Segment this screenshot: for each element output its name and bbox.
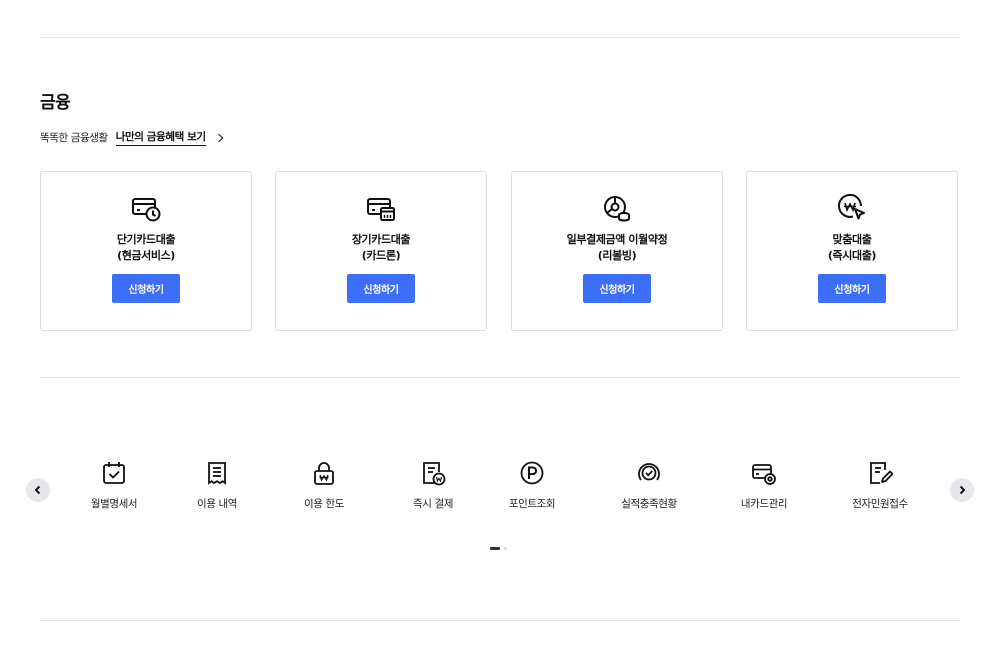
chevron-left-icon <box>34 485 41 495</box>
menu-label: 즉시 결제 <box>413 498 453 510</box>
menu-label: 실적충족현황 <box>621 498 677 510</box>
menu-label: 포인트조회 <box>508 498 556 510</box>
pagination-dot[interactable] <box>504 547 507 550</box>
pagination-dot-active[interactable] <box>490 547 500 550</box>
finance-subtitle: 똑똑한 금융생활 나만의 금융혜택 보기 <box>40 129 223 146</box>
menu-points[interactable]: 포인트조회 <box>477 460 587 511</box>
chevron-right-icon[interactable] <box>214 133 223 142</box>
bottom-divider <box>40 620 960 621</box>
menu-instant-payment[interactable]: 즉시 결제 <box>378 460 488 511</box>
apply-button[interactable]: 신청하기 <box>347 274 415 303</box>
check-circle-icon <box>638 463 660 481</box>
won-cursor-icon <box>838 193 865 220</box>
card-name: 장기카드대출 (카드론) <box>351 233 411 262</box>
menu-label: 전자민원접수 <box>852 498 908 510</box>
menu-label: 이용 한도 <box>304 498 344 510</box>
pie-coin-icon <box>604 196 630 222</box>
apply-button[interactable]: 신청하기 <box>112 274 180 303</box>
loan-card-revolving: 일부결제금액 이월약정 (리볼빙) 신청하기 <box>511 171 723 331</box>
chevron-right-icon <box>959 485 966 495</box>
finance-benefits-link[interactable]: 나만의 금융혜택 보기 <box>115 129 206 146</box>
section-title: 금융 <box>40 93 71 113</box>
loan-card-long-term: 장기카드대출 (카드론) 신청하기 <box>275 171 487 331</box>
menu-usage-limit[interactable]: 이용 한도 <box>269 460 379 511</box>
carousel-next-button[interactable] <box>950 478 974 502</box>
carousel-prev-button[interactable] <box>26 478 50 502</box>
menu-performance-status[interactable]: 실적충족현황 <box>594 460 704 511</box>
menu-electronic-complaint[interactable]: 전자민원접수 <box>825 460 935 511</box>
menu-label: 내카드관리 <box>740 498 788 510</box>
card-clock-icon <box>132 198 161 222</box>
subtitle-text: 똑똑한 금융생활 <box>40 132 108 144</box>
lock-won-icon <box>314 462 334 485</box>
card-calendar-icon <box>367 198 395 221</box>
carousel-pagination <box>490 547 507 550</box>
point-icon <box>520 461 544 485</box>
card-name: 단기카드대출 (현금서비스) <box>116 233 176 262</box>
menu-label: 월별명세서 <box>90 498 138 510</box>
loan-card-short-term: 단기카드대출 (현금서비스) 신청하기 <box>40 171 252 331</box>
card-name: 일부결제금액 이월약정 (리볼빙) <box>566 233 668 262</box>
document-edit-icon <box>870 462 893 484</box>
middle-divider <box>40 377 960 378</box>
calendar-check-icon <box>103 462 125 484</box>
receipt-icon <box>208 462 226 485</box>
top-divider <box>40 37 960 38</box>
menu-monthly-statement[interactable]: 월별명세서 <box>59 460 169 511</box>
card-gear-icon <box>752 464 776 485</box>
menu-label: 이용 내역 <box>197 498 237 510</box>
apply-button[interactable]: 신청하기 <box>583 274 651 303</box>
apply-button[interactable]: 신청하기 <box>818 274 886 303</box>
loan-card-custom: 맞춤대출 (즉시대출) 신청하기 <box>746 171 958 331</box>
card-name: 맞춤대출 (즉시대출) <box>827 233 877 262</box>
menu-my-card-management[interactable]: 내카드관리 <box>709 460 819 511</box>
document-won-icon <box>423 462 446 486</box>
menu-usage-history[interactable]: 이용 내역 <box>162 460 272 511</box>
